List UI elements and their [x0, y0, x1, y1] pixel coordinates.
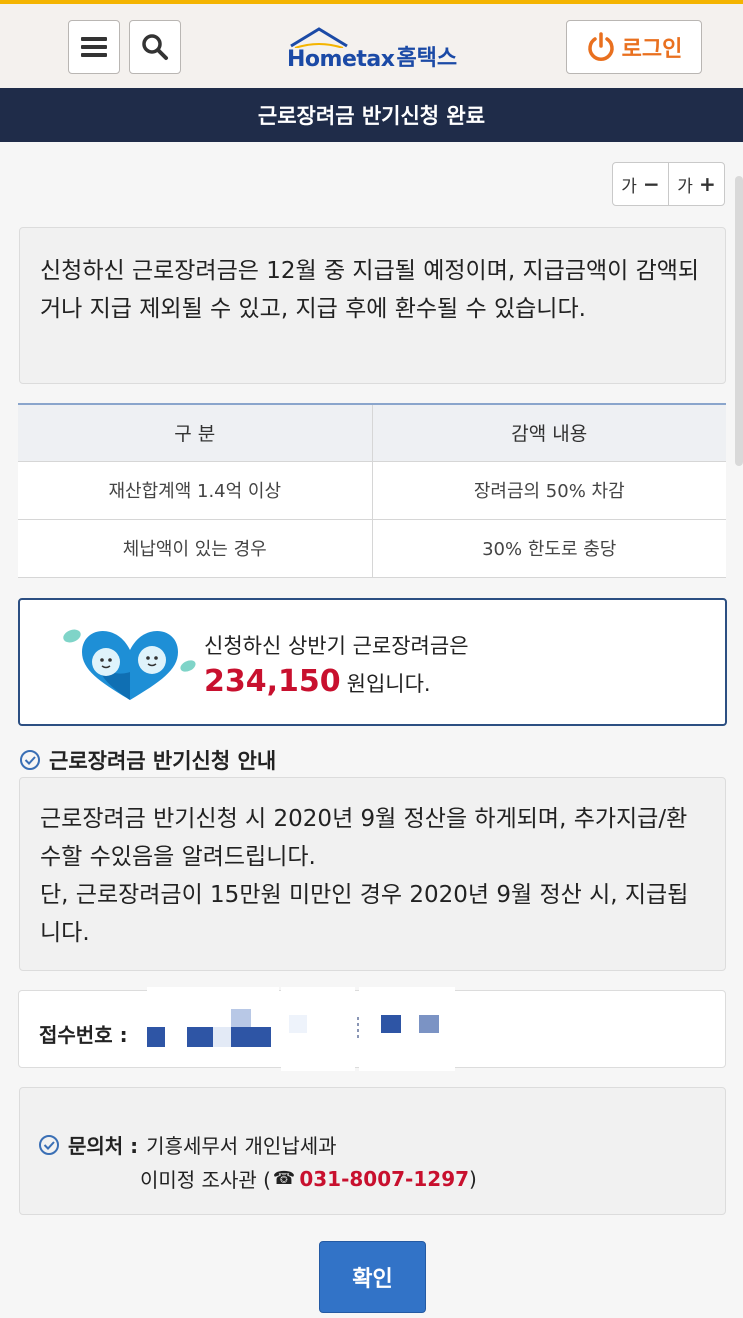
- hamburger-icon: [81, 37, 107, 57]
- font-increase-label: 가: [677, 176, 693, 197]
- guide-heading-text: 근로장려금 반기신청 안내: [49, 749, 277, 773]
- contact-line-office: 문의처 : 기흥세무서 개인납세과: [38, 1130, 337, 1159]
- reduction-table: 구 분 감액 내용 재산합계액 1.4억 이상 장려금의 50% 차감 체납액이…: [18, 403, 726, 578]
- contact-line-person: 이미정 조사관 ( ☎ 031-8007-1297 ): [140, 1164, 477, 1193]
- table-row: 체납액이 있는 경우 30% 한도로 충당: [18, 519, 726, 578]
- guide-box: 근로장려금 반기신청 시 2020년 9월 정산을 하게되며, 추가지급/환수할…: [19, 777, 726, 971]
- login-button[interactable]: 로그인: [566, 20, 702, 74]
- house-roof-icon: [290, 27, 348, 48]
- scrollbar[interactable]: [735, 176, 743, 466]
- table-header-category: 구 분: [18, 404, 372, 462]
- search-button[interactable]: [129, 20, 181, 74]
- hometax-logo[interactable]: Hometax 홈택스: [287, 27, 458, 72]
- font-size-control: 가 − 가 +: [612, 162, 725, 206]
- contact-label: 문의처 :: [68, 1134, 139, 1158]
- contact-box: 문의처 : 기흥세무서 개인납세과 이미정 조사관 ( ☎ 031-8007-1…: [19, 1087, 726, 1215]
- receipt-number-box: 접수번호 :: [18, 987, 726, 1071]
- table-cell: 체납액이 있는 경우: [18, 519, 372, 578]
- amount-summary-box: 신청하신 상반기 근로장려금은 234,150 원입니다.: [18, 598, 727, 726]
- confirm-button[interactable]: 확인: [319, 1241, 426, 1313]
- table-cell: 30% 한도로 충당: [371, 519, 726, 578]
- table-header-reduction: 감액 내용: [371, 404, 726, 462]
- guide-heading: 근로장려금 반기신청 안내: [19, 745, 276, 775]
- power-icon: [587, 32, 614, 61]
- contact-close-paren: ): [469, 1166, 477, 1191]
- table-cell: 재산합계액 1.4억 이상: [18, 461, 372, 520]
- page-title: 근로장려금 반기신청 완료: [257, 104, 486, 128]
- check-circle-icon: [39, 1134, 59, 1155]
- table-row: 재산합계액 1.4억 이상 장려금의 50% 차감: [18, 461, 726, 520]
- payment-notice: 신청하신 근로장려금은 12월 중 지급될 예정이며, 지급금액이 감액되거나 …: [19, 227, 726, 384]
- logo-korean-text: 홈택스: [396, 46, 458, 71]
- minus-icon: −: [642, 172, 660, 196]
- font-decrease-button[interactable]: 가 −: [613, 163, 668, 205]
- app-header: Hometax 홈택스 로그인: [0, 4, 743, 88]
- contact-phone-link[interactable]: 031-8007-1297: [299, 1167, 469, 1191]
- table-cell: 장려금의 50% 차감: [371, 461, 726, 520]
- phone-icon: ☎: [272, 1168, 296, 1189]
- font-increase-button[interactable]: 가 +: [668, 163, 724, 205]
- amount-value: 234,150: [204, 664, 341, 699]
- guide-paragraph: 단, 근로장려금이 15만원 미만인 경우 2020년 9월 정산 시, 지급됩…: [40, 882, 689, 946]
- amount-line: 234,150 원입니다.: [204, 664, 431, 699]
- amount-unit: 원입니다.: [346, 672, 431, 696]
- table-header-row: 구 분 감액 내용: [18, 404, 726, 462]
- plus-icon: +: [698, 172, 716, 196]
- heart-mascot-icon: [63, 629, 196, 700]
- page-title-bar: 근로장려금 반기신청 완료: [0, 88, 743, 142]
- amount-intro-text: 신청하신 상반기 근로장려금은: [204, 634, 469, 658]
- login-label: 로그인: [621, 37, 683, 62]
- menu-button[interactable]: [68, 20, 120, 74]
- contact-person: 이미정 조사관 (: [140, 1168, 271, 1192]
- guide-paragraph: 근로장려금 반기신청 시 2020년 9월 정산을 하게되며, 추가지급/환수할…: [40, 806, 688, 870]
- contact-office: 기흥세무서 개인납세과: [146, 1134, 337, 1158]
- search-icon: [142, 34, 168, 60]
- check-circle-icon: [20, 750, 40, 770]
- logo-text: Hometax: [287, 47, 395, 72]
- font-decrease-label: 가: [621, 176, 637, 197]
- receipt-label: 접수번호 :: [39, 1023, 128, 1047]
